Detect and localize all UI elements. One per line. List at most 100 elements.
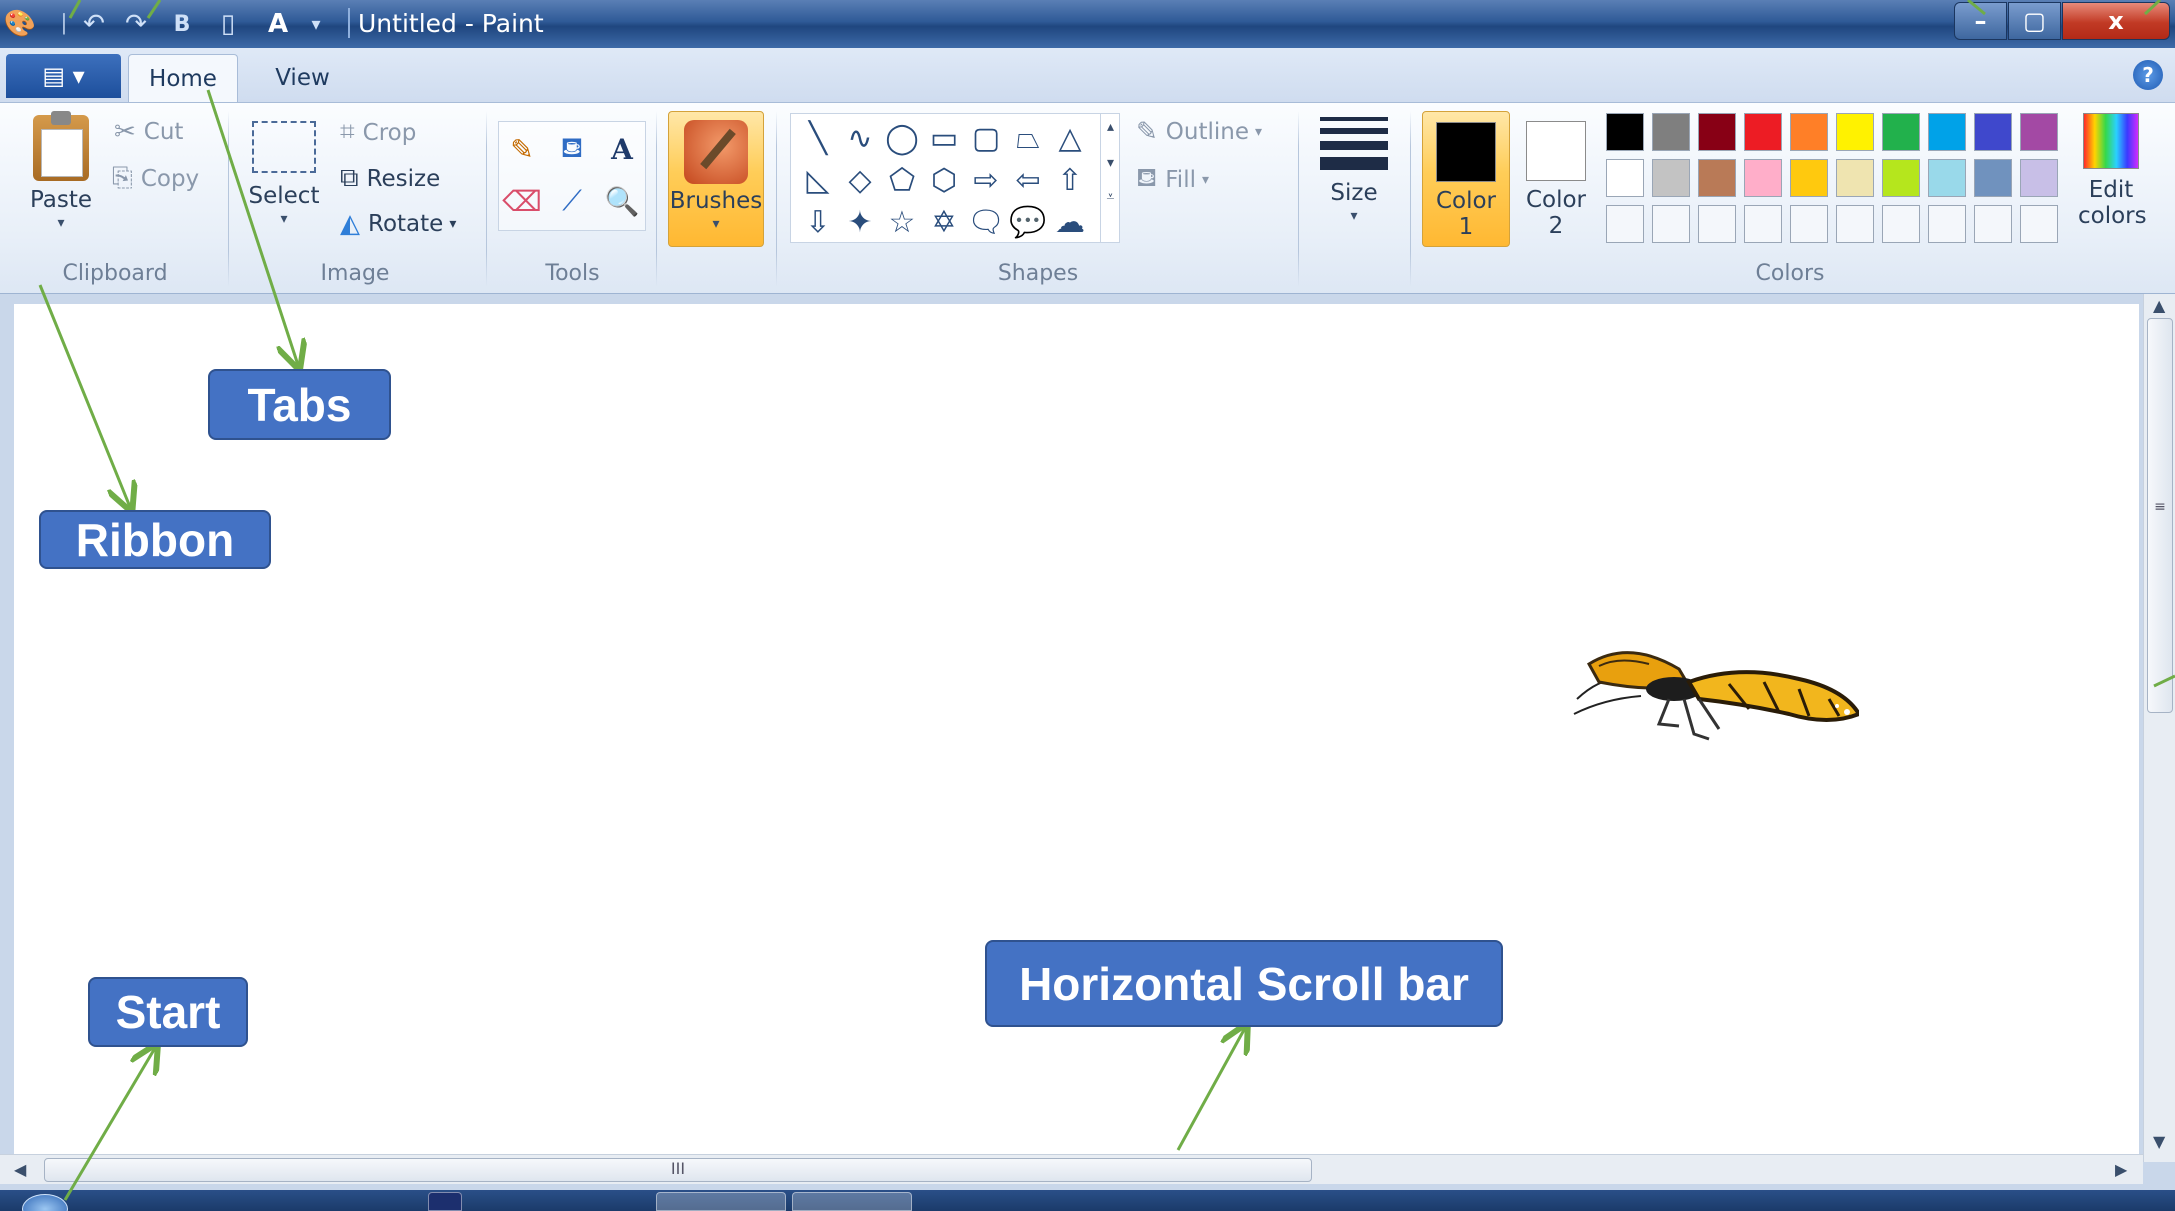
custom-color-slot[interactable] bbox=[1882, 205, 1920, 243]
shape-option[interactable]: ⬡ bbox=[925, 160, 963, 200]
shapes-gallery-scroll[interactable]: ▴ ▾ ⩡ bbox=[1100, 113, 1120, 243]
custom-color-slot[interactable] bbox=[1744, 205, 1782, 243]
shape-option[interactable]: ▢ bbox=[967, 118, 1005, 158]
pencil-icon[interactable]: ✎ bbox=[502, 129, 542, 169]
custom-color-slot[interactable] bbox=[1790, 205, 1828, 243]
new-file-icon[interactable]: ▯ bbox=[212, 8, 244, 40]
paint-app-icon[interactable]: 🎨 bbox=[4, 8, 36, 40]
tab-home[interactable]: Home bbox=[128, 54, 238, 102]
expand-gallery-icon[interactable]: ⩡ bbox=[1101, 189, 1120, 205]
app-menu-button[interactable]: ▤ ▾ bbox=[6, 54, 121, 98]
color2-button[interactable]: Color 2 bbox=[1512, 111, 1600, 247]
text-tool-icon[interactable]: A bbox=[602, 129, 642, 169]
palette-swatch[interactable] bbox=[1882, 113, 1920, 151]
scroll-down-icon[interactable]: ▾ bbox=[1101, 155, 1120, 171]
palette-swatch[interactable] bbox=[1882, 159, 1920, 197]
shape-option[interactable]: ╲ bbox=[799, 118, 837, 158]
color1-button[interactable]: Color 1 bbox=[1422, 111, 1510, 247]
edit-colors-button[interactable]: Edit colors bbox=[2078, 113, 2147, 229]
copy-button[interactable]: ⎘ Copy bbox=[112, 163, 199, 194]
shape-option[interactable]: ✡ bbox=[925, 202, 963, 242]
select-button[interactable]: Select ▾ bbox=[244, 121, 324, 227]
palette-swatch[interactable] bbox=[2020, 159, 2058, 197]
bold-icon[interactable]: B bbox=[166, 8, 198, 40]
horizontal-scrollbar[interactable]: ◀ III ▶ bbox=[0, 1154, 2143, 1184]
palette-swatch[interactable] bbox=[1836, 159, 1874, 197]
fill-bucket-icon[interactable]: ⛾ bbox=[552, 129, 592, 169]
palette-swatch[interactable] bbox=[1652, 159, 1690, 197]
eraser-icon[interactable]: ⌫ bbox=[502, 181, 542, 221]
outline-button[interactable]: ✎ Outline ▾ bbox=[1136, 117, 1262, 147]
shape-option[interactable]: ☁ bbox=[1051, 202, 1089, 242]
shape-option[interactable]: ◺ bbox=[799, 160, 837, 200]
shape-option[interactable]: 💬 bbox=[1009, 202, 1047, 242]
shape-option[interactable]: ⇩ bbox=[799, 202, 837, 242]
tab-view[interactable]: View bbox=[250, 54, 355, 102]
maximize-button[interactable]: ▢ bbox=[2008, 2, 2061, 40]
shape-option[interactable]: 🗨 bbox=[967, 202, 1005, 242]
fill-button[interactable]: ⛾ Fill ▾ bbox=[1136, 163, 1209, 197]
vertical-scrollbar[interactable]: ▲ ≡ ▼ bbox=[2143, 294, 2175, 1162]
rotate-button[interactable]: ◭ Rotate ▾ bbox=[340, 209, 456, 239]
scroll-down-icon[interactable]: ▼ bbox=[2153, 1132, 2165, 1151]
palette-swatch[interactable] bbox=[1606, 159, 1644, 197]
cut-button[interactable]: ✂ Cut bbox=[114, 117, 183, 147]
shape-option[interactable]: ⇨ bbox=[967, 160, 1005, 200]
vertical-scroll-thumb[interactable]: ≡ bbox=[2147, 318, 2173, 713]
custom-color-slot[interactable] bbox=[1652, 205, 1690, 243]
shape-option[interactable]: ▭ bbox=[925, 118, 963, 158]
palette-swatch[interactable] bbox=[1652, 113, 1690, 151]
palette-swatch[interactable] bbox=[1974, 113, 2012, 151]
shape-option[interactable]: △ bbox=[1051, 118, 1089, 158]
shape-option[interactable]: ◇ bbox=[841, 160, 879, 200]
palette-swatch[interactable] bbox=[1836, 113, 1874, 151]
close-button[interactable]: x bbox=[2062, 2, 2170, 40]
palette-swatch[interactable] bbox=[1928, 159, 1966, 197]
text-icon[interactable]: A bbox=[262, 8, 294, 40]
palette-swatch[interactable] bbox=[2020, 113, 2058, 151]
shape-option[interactable]: ☆ bbox=[883, 202, 921, 242]
resize-button[interactable]: ⧉ Resize bbox=[340, 163, 440, 194]
palette-swatch[interactable] bbox=[1698, 113, 1736, 151]
paste-button[interactable]: Paste ▾ bbox=[20, 111, 102, 231]
customize-dropdown-icon[interactable]: ▾ bbox=[300, 8, 332, 40]
custom-color-slot[interactable] bbox=[1836, 205, 1874, 243]
redo-icon[interactable]: ↷ bbox=[120, 8, 152, 40]
scroll-left-icon[interactable]: ◀ bbox=[14, 1160, 26, 1179]
start-orb-icon[interactable] bbox=[22, 1194, 68, 1211]
shape-option[interactable]: ◯ bbox=[883, 118, 921, 158]
taskbar-app-button[interactable] bbox=[656, 1192, 786, 1211]
shape-option[interactable]: ✦ bbox=[841, 202, 879, 242]
scroll-up-icon[interactable]: ▴ bbox=[1101, 119, 1120, 135]
custom-color-slot[interactable] bbox=[1606, 205, 1644, 243]
crop-button[interactable]: ⌗ Crop bbox=[340, 117, 416, 148]
palette-swatch[interactable] bbox=[1974, 159, 2012, 197]
scroll-right-icon[interactable]: ▶ bbox=[2115, 1160, 2127, 1179]
palette-swatch[interactable] bbox=[1744, 113, 1782, 151]
palette-swatch[interactable] bbox=[1790, 113, 1828, 151]
size-button[interactable]: Size ▾ bbox=[1314, 117, 1394, 224]
help-icon[interactable]: ? bbox=[2133, 60, 2163, 90]
custom-color-slot[interactable] bbox=[1928, 205, 1966, 243]
color-picker-icon[interactable]: ⟋ bbox=[552, 181, 592, 221]
palette-swatch[interactable] bbox=[1928, 113, 1966, 151]
custom-color-slot[interactable] bbox=[1698, 205, 1736, 243]
palette-swatch[interactable] bbox=[1790, 159, 1828, 197]
shape-option[interactable]: ⇦ bbox=[1009, 160, 1047, 200]
shape-option[interactable]: ⏢ bbox=[1009, 118, 1047, 158]
palette-swatch[interactable] bbox=[1698, 159, 1736, 197]
palette-swatch[interactable] bbox=[1606, 113, 1644, 151]
horizontal-scroll-thumb[interactable]: III bbox=[44, 1158, 1312, 1182]
brushes-button[interactable]: Brushes ▾ bbox=[668, 111, 764, 247]
taskbar-paint-button[interactable] bbox=[792, 1192, 912, 1211]
scroll-up-icon[interactable]: ▲ bbox=[2153, 296, 2165, 315]
magnifier-icon[interactable]: 🔍 bbox=[602, 181, 642, 221]
custom-color-slot[interactable] bbox=[1974, 205, 2012, 243]
custom-color-slot[interactable] bbox=[2020, 205, 2058, 243]
shape-option[interactable]: ⬠ bbox=[883, 160, 921, 200]
shape-option[interactable]: ∿ bbox=[841, 118, 879, 158]
minimize-button[interactable]: – bbox=[1954, 2, 2007, 40]
undo-icon[interactable]: ↶ bbox=[78, 8, 110, 40]
taskbar-app-icon[interactable] bbox=[428, 1192, 462, 1211]
shape-option[interactable]: ⇧ bbox=[1051, 160, 1089, 200]
